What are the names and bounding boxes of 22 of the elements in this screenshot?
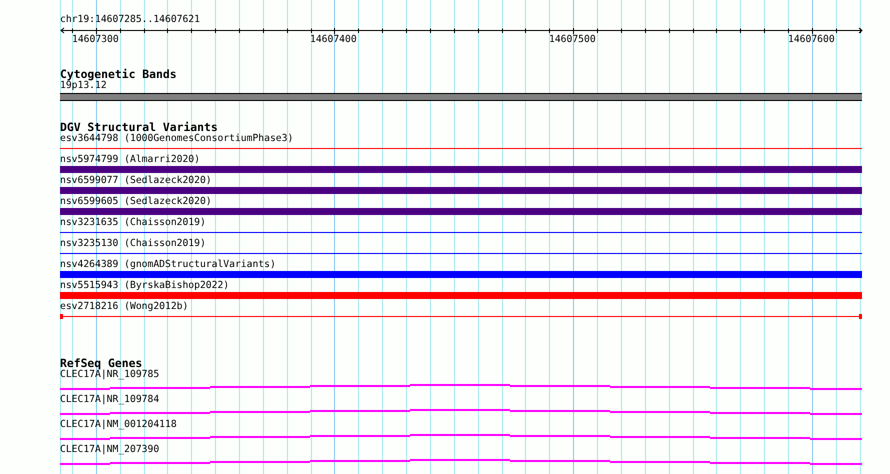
track-title: RefSeq Genes [60, 357, 142, 369]
feature-label: CLEC17A|NR_109785 [60, 369, 160, 381]
feature-label: esv2718216 (Wong2012b) [60, 301, 188, 313]
feature-label: nsv3231635 (Chaisson2019) [60, 217, 206, 229]
feature-label: CLEC17A|NR_109784 [60, 394, 160, 406]
feature-label: CLEC17A|NM_001204118 [60, 419, 177, 431]
feature-label: nsv4264389 (gnomADStructuralVariants) [60, 259, 276, 271]
feature-label: esv3644798 (1000GenomesConsortiumPhase3) [60, 133, 294, 145]
tick-label: 14607400 [310, 34, 357, 46]
feature-label: nsv6599077 (Sedlazeck2020) [60, 175, 212, 187]
track-title: DGV Structural Variants [60, 121, 218, 133]
track-title: Cytogenetic Bands [60, 68, 178, 80]
region-label: chr19:14607285..14607621 [60, 13, 201, 27]
feature-label: 19p13.12 [60, 80, 107, 92]
tick-label: 14607300 [72, 34, 119, 46]
feature-label: nsv6599605 (Sedlazeck2020) [60, 196, 212, 208]
feature-label: CLEC17A|NM_207390 [60, 444, 160, 456]
feature-label: nsv5974799 (Almarri2020) [60, 154, 200, 166]
feature-label: nsv5515943 (ByrskaBishop2022) [60, 280, 230, 292]
tick-label: 14607600 [788, 34, 835, 46]
tick-label: 14607500 [549, 34, 596, 46]
feature-label: nsv3235130 (Chaisson2019) [60, 238, 206, 250]
